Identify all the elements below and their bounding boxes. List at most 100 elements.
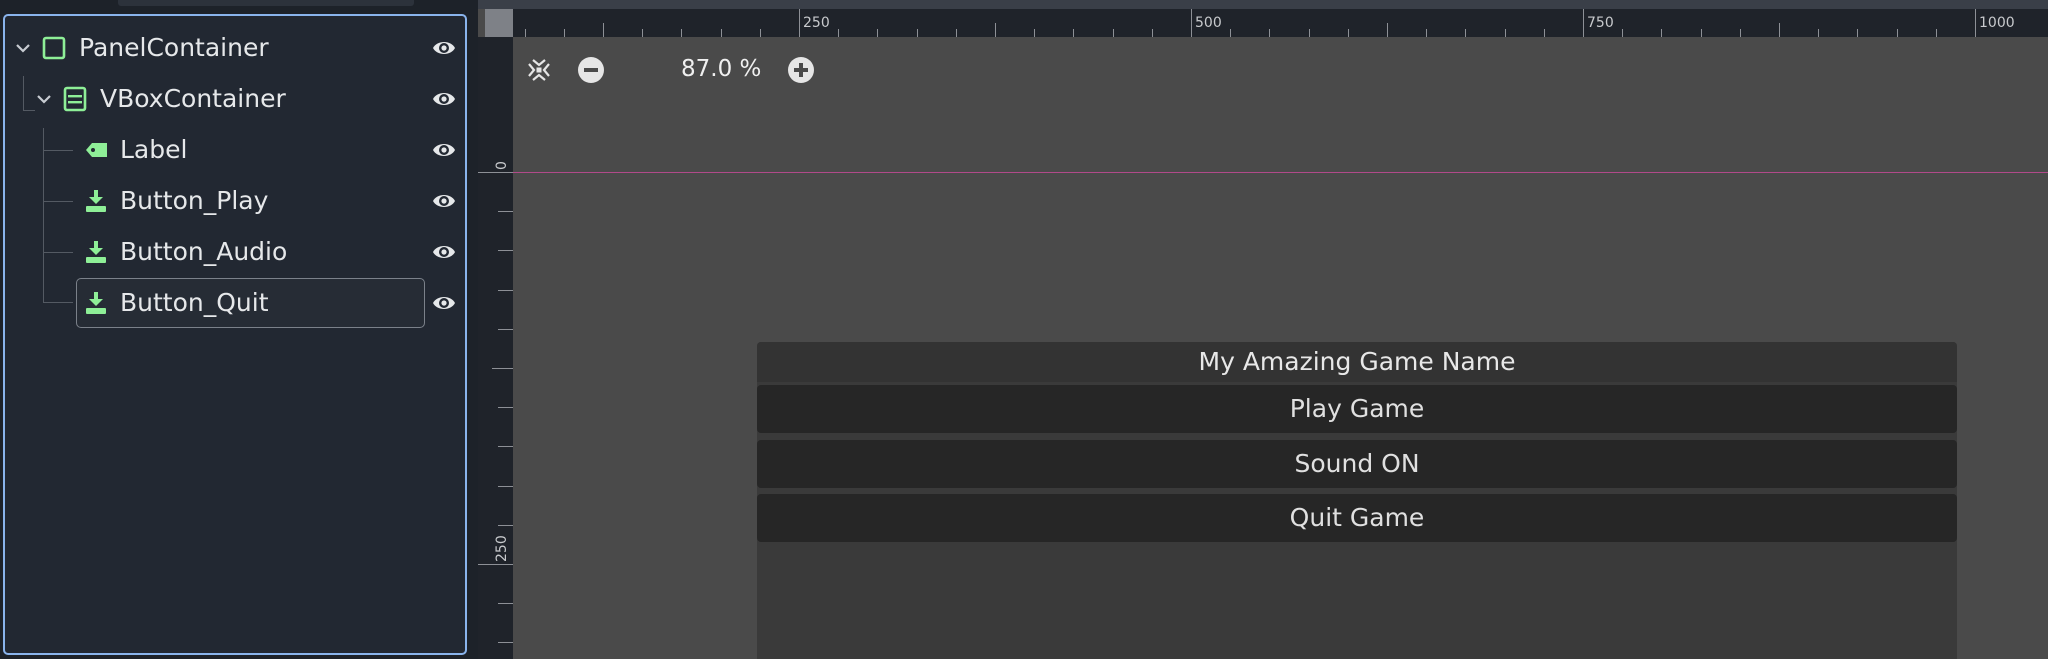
ruler-minor-tick (877, 29, 878, 37)
ruler-minor-tick (1701, 29, 1702, 37)
ruler-major-tick (1975, 9, 1976, 37)
ruler-corner (485, 9, 513, 37)
ruler-minor-tick (498, 290, 513, 291)
panel-top-strip (0, 0, 478, 12)
tree-item-button-audio[interactable]: Button_Audio (5, 226, 465, 277)
ruler-minor-tick (564, 29, 565, 37)
tree-item-label-node[interactable]: Label (5, 124, 465, 175)
ruler-minor-tick (1583, 23, 1584, 37)
ruler-minor-tick (799, 23, 800, 37)
button-node-icon (86, 292, 106, 314)
ruler-minor-tick (760, 29, 761, 37)
ruler-minor-tick (1465, 29, 1466, 37)
sound-toggle-button[interactable]: Sound ON (757, 440, 1957, 488)
eye-icon[interactable] (431, 35, 457, 61)
ruler-minor-tick (492, 368, 513, 369)
ruler-minor-tick (498, 603, 513, 604)
canvas-viewport[interactable]: 250 500 750 1000 0 250 87.0 % My Amazing… (478, 0, 2048, 659)
eye-icon[interactable] (431, 137, 457, 163)
tree-item-label: PanelContainer (79, 33, 269, 62)
ruler-minor-tick (1857, 29, 1858, 37)
tree-item-panelcontainer[interactable]: PanelContainer (5, 22, 465, 73)
tree-item-button-quit[interactable]: Button_Quit (5, 277, 465, 328)
ruler-minor-tick (681, 29, 682, 37)
tree-item-label: Label (120, 135, 188, 164)
origin-guide-line (513, 172, 2048, 173)
eye-icon[interactable] (431, 188, 457, 214)
game-title-label[interactable]: My Amazing Game Name (757, 342, 1957, 382)
ruler-label: 0 (494, 161, 510, 170)
ruler-minor-tick (492, 564, 513, 565)
ruler-minor-tick (995, 23, 996, 37)
tree-item-button-play[interactable]: Button_Play (5, 175, 465, 226)
ruler-minor-tick (956, 29, 957, 37)
ruler-minor-tick (1818, 29, 1819, 37)
ruler-minor-tick (838, 29, 839, 37)
eye-icon[interactable] (431, 86, 457, 112)
ruler-minor-tick (642, 29, 643, 37)
ruler-minor-tick (1230, 29, 1231, 37)
zoom-out-icon[interactable] (577, 56, 605, 84)
ruler-minor-tick (1387, 23, 1388, 37)
center-view-icon[interactable] (525, 56, 553, 84)
zoom-level-label[interactable]: 87.0 % (681, 55, 761, 83)
horizontal-ruler[interactable]: 250 500 750 1000 (513, 9, 2048, 37)
ruler-minor-tick (721, 29, 722, 37)
ruler-minor-tick (498, 329, 513, 330)
ruler-label: 250 (803, 15, 830, 31)
ruler-label: 750 (1587, 15, 1614, 31)
button-node-icon (86, 190, 106, 212)
ruler-minor-tick (1113, 29, 1114, 37)
ruler-minor-tick (603, 23, 604, 37)
ruler-minor-tick (1897, 29, 1898, 37)
zoom-in-icon[interactable] (787, 56, 815, 84)
panel-container-icon (42, 36, 66, 60)
chevron-down-icon[interactable] (34, 89, 54, 109)
tree-item-vboxcontainer[interactable]: VBoxContainer (5, 73, 465, 124)
ruler-minor-tick (1426, 29, 1427, 37)
viewport-top-strip (478, 0, 2048, 9)
ruler-minor-tick (498, 486, 513, 487)
ruler-minor-tick (1779, 23, 1780, 37)
ruler-minor-tick (1740, 29, 1741, 37)
ruler-minor-tick (1936, 29, 1937, 37)
ruler-minor-tick (1544, 29, 1545, 37)
label-node-icon (86, 143, 107, 157)
ruler-minor-tick (1191, 23, 1192, 37)
ruler-label: 250 (494, 535, 510, 562)
tree-item-label: Button_Audio (120, 237, 288, 266)
vertical-ruler[interactable]: 0 250 (478, 37, 513, 659)
chevron-down-icon[interactable] (13, 38, 33, 58)
button-node-icon (86, 241, 106, 263)
tree-item-label: Button_Play (120, 186, 269, 215)
eye-icon[interactable] (431, 290, 457, 316)
ruler-minor-tick (1622, 29, 1623, 37)
ruler-minor-tick (1152, 29, 1153, 37)
ruler-minor-tick (498, 642, 513, 643)
eye-icon[interactable] (431, 239, 457, 265)
ruler-minor-tick (1505, 29, 1506, 37)
vbox-container-icon (63, 86, 87, 112)
ruler-minor-tick (1661, 29, 1662, 37)
ruler-minor-tick (1073, 29, 1074, 37)
tree-item-label: VBoxContainer (100, 84, 286, 113)
ruler-minor-tick (492, 172, 513, 173)
ruler-minor-tick (498, 211, 513, 212)
ruler-minor-tick (498, 525, 513, 526)
panel-splitter[interactable] (470, 0, 478, 659)
quit-game-button[interactable]: Quit Game (757, 494, 1957, 542)
ruler-label: 500 (1195, 15, 1222, 31)
ruler-minor-tick (1309, 29, 1310, 37)
play-game-button[interactable]: Play Game (757, 385, 1957, 433)
ruler-minor-tick (498, 250, 513, 251)
ruler-minor-tick (498, 407, 513, 408)
ruler-minor-tick (1348, 29, 1349, 37)
scene-tree: PanelContainer VBoxContainer Label Butto… (3, 14, 467, 655)
game-panel-container[interactable]: My Amazing Game Name Play Game Sound ON … (757, 342, 1957, 659)
tree-item-label: Button_Quit (120, 288, 269, 317)
ruler-minor-tick (1269, 29, 1270, 37)
panel-tab[interactable] (118, 0, 414, 6)
ruler-minor-tick (1034, 29, 1035, 37)
ruler-minor-tick (917, 29, 918, 37)
ruler-minor-tick (525, 29, 526, 37)
